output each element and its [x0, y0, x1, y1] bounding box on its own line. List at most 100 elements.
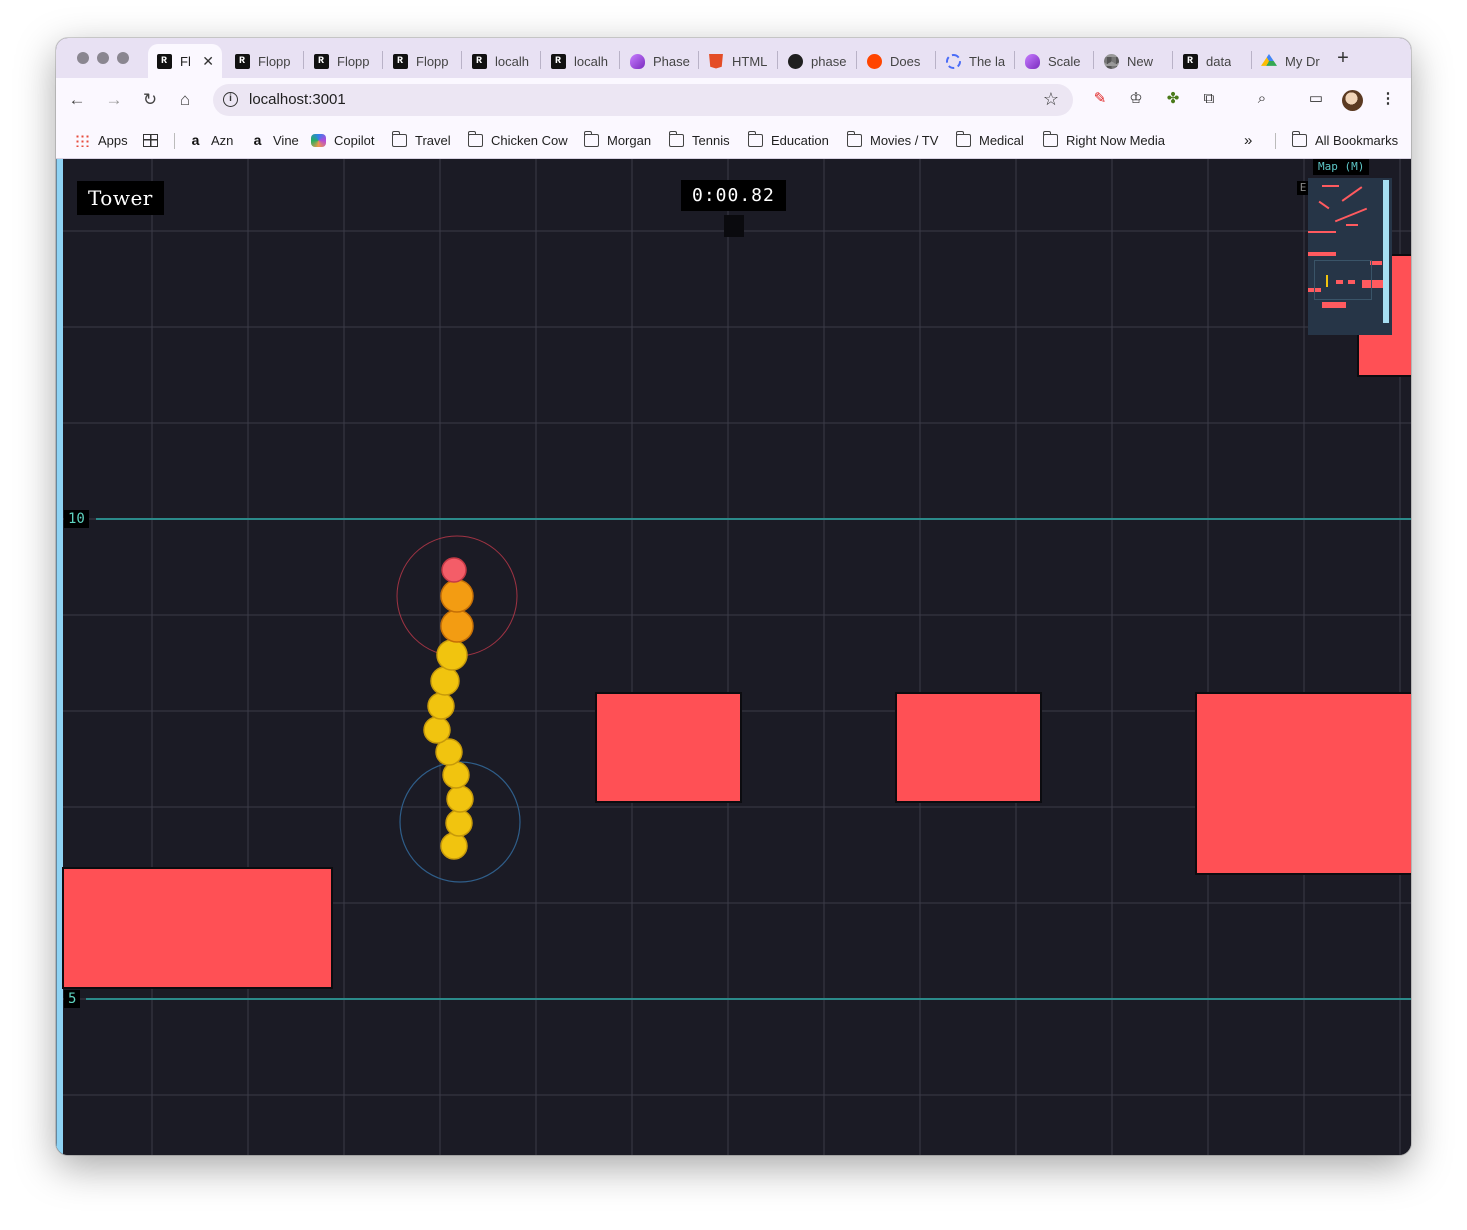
bookmark-travel[interactable]: Travel: [391, 130, 451, 149]
profile-avatar[interactable]: [1342, 90, 1363, 111]
r-logo-icon: R: [550, 53, 566, 69]
bookmark-education[interactable]: Education: [747, 130, 829, 149]
tab-separator: [540, 51, 541, 69]
all-bookmarks-button[interactable]: All Bookmarks: [1291, 130, 1398, 149]
rope-segment: [440, 609, 474, 643]
bookmark-chicken-cow[interactable]: Chicken Cow: [467, 130, 568, 149]
minimap-scrollbar[interactable]: [1383, 180, 1389, 323]
map-toggle-label[interactable]: Map (M): [1313, 159, 1370, 175]
close-tab-icon[interactable]: ✕: [202, 53, 214, 70]
game-canvas[interactable]: Tower 0:00.82 10 5 E Map (M): [56, 159, 1411, 1155]
browser-tab[interactable]: R Flopp: [384, 44, 456, 78]
r-logo-icon: R: [471, 53, 487, 69]
browser-tab[interactable]: Rlocalh: [463, 44, 535, 78]
bookmark-label: Tennis: [692, 132, 730, 148]
tab-strip: R Fl ✕ R Flopp R Flopp R Flopp Rlocalh Rlocalh Phas…: [56, 38, 1411, 78]
address-bar[interactable]: i localhost:3001 ☆: [213, 84, 1073, 116]
cast-icon[interactable]: ▭: [1306, 89, 1326, 109]
bookmark-star-icon[interactable]: ☆: [1043, 89, 1059, 110]
browser-tab[interactable]: phase: [779, 44, 851, 78]
rope-segment: [446, 785, 474, 813]
bookmark-vine[interactable]: a Vine: [250, 131, 299, 149]
bookmark-apps[interactable]: Apps: [75, 131, 128, 149]
browser-tab[interactable]: Does: [858, 44, 930, 78]
bookmark-label: Education: [771, 132, 829, 148]
tab-separator: [935, 51, 936, 69]
tab-groups-button[interactable]: [143, 131, 166, 149]
bookmark-azn[interactable]: a Azn: [188, 131, 234, 149]
tab-title: phase: [811, 53, 847, 69]
bookmarks-overflow-icon[interactable]: »: [1244, 131, 1252, 149]
browser-tab[interactable]: My Dr: [1253, 44, 1325, 78]
player-rope[interactable]: [423, 557, 474, 860]
browser-tab[interactable]: New: [1095, 44, 1167, 78]
tab-separator: [1093, 51, 1094, 69]
browser-tab[interactable]: Rdata: [1174, 44, 1246, 78]
browser-tab[interactable]: Rlocalh: [542, 44, 614, 78]
tab-title: HTML: [732, 53, 768, 69]
bookmark-label: Medical: [979, 132, 1024, 148]
browser-tab[interactable]: Phase: [621, 44, 693, 78]
rope-segment: [436, 639, 468, 671]
folder-icon: [1291, 130, 1307, 147]
bookmark-label: Right Now Media: [1066, 132, 1165, 148]
bookmark-medical[interactable]: Medical: [955, 130, 1024, 149]
browser-tab[interactable]: HTML: [700, 44, 772, 78]
height-marker-label: 5: [64, 990, 81, 1008]
new-tab-button[interactable]: +: [1332, 46, 1354, 70]
rope-segment: [440, 579, 474, 613]
r-logo-icon: R: [156, 53, 172, 69]
site-info-icon[interactable]: i: [223, 92, 238, 107]
phaser-icon: [1024, 53, 1040, 69]
browser-tab[interactable]: Scale: [1016, 44, 1088, 78]
grape-extension-icon[interactable]: ✤: [1163, 89, 1183, 109]
tab-separator: [1251, 51, 1252, 69]
r-logo-icon: R: [392, 53, 408, 69]
bookmark-copilot[interactable]: Copilot: [311, 131, 374, 149]
menu-kebab-icon[interactable]: ⋮: [1378, 89, 1398, 109]
tab-separator: [698, 51, 699, 69]
tab-separator: [382, 51, 383, 69]
minimap-viewport: [1314, 260, 1372, 300]
browser-tab[interactable]: R Flopp: [226, 44, 298, 78]
extensions-puzzle-icon[interactable]: ⧉: [1199, 89, 1219, 109]
forward-arrow-icon[interactable]: →: [102, 88, 126, 112]
reload-icon[interactable]: ↻: [138, 88, 162, 112]
tab-separator: [461, 51, 462, 69]
rope-segment: [442, 761, 470, 789]
bookmark-movies-tv[interactable]: Movies / TV: [846, 130, 939, 149]
crown-extension-icon[interactable]: ♔: [1126, 89, 1146, 109]
bookmark-label: Morgan: [607, 132, 652, 148]
browser-tab[interactable]: R Fl ✕: [148, 44, 222, 78]
browser-tab[interactable]: R Flopp: [305, 44, 377, 78]
r-logo-icon: R: [1182, 53, 1198, 69]
maximize-window-button[interactable]: [117, 52, 129, 64]
bookmark-label: Travel: [415, 132, 451, 148]
bookmark-label: Movies / TV: [870, 132, 939, 148]
url-text[interactable]: localhost:3001: [249, 91, 346, 108]
bookmark-label: Azn: [211, 132, 234, 148]
back-arrow-icon[interactable]: ←: [65, 88, 89, 112]
chrome-icon: [1103, 53, 1119, 69]
tab-title: Scale: [1048, 53, 1081, 69]
tab-title: Flopp: [416, 53, 449, 69]
browser-tab[interactable]: The la: [937, 44, 1009, 78]
tab-title: Fl: [180, 53, 191, 69]
tab-title: Phase: [653, 53, 690, 69]
game-world: [56, 159, 1411, 1155]
tab-search-icon[interactable]: ⌕: [1252, 89, 1272, 109]
tab-separator: [856, 51, 857, 69]
bookmark-tennis[interactable]: Tennis: [668, 130, 730, 149]
pen-extension-icon[interactable]: ✎: [1090, 89, 1110, 109]
bookmark-morgan[interactable]: Morgan: [583, 130, 652, 149]
minimap[interactable]: [1308, 178, 1392, 335]
minimize-window-button[interactable]: [97, 52, 109, 64]
bookmark-right-now-media[interactable]: Right Now Media: [1042, 130, 1165, 149]
bookmark-separator: [174, 133, 175, 149]
home-icon[interactable]: ⌂: [173, 88, 197, 112]
close-window-button[interactable]: [77, 52, 89, 64]
tab-separator: [1014, 51, 1015, 69]
tab-separator: [1172, 51, 1173, 69]
apps-grid-icon: [75, 133, 90, 147]
github-icon: [787, 53, 803, 69]
